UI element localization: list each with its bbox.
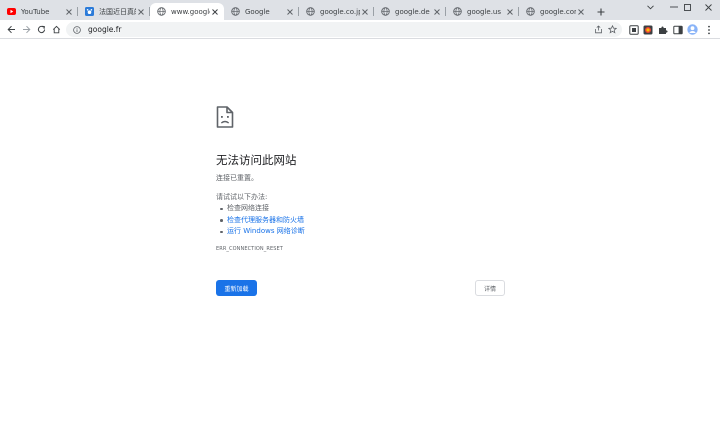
tab-title: www.google.fr: [171, 7, 210, 16]
globe-icon: [231, 7, 240, 16]
plus-icon: [597, 8, 605, 16]
extension-button[interactable]: [627, 23, 640, 36]
tab-title: google.co.jp: [320, 7, 360, 16]
tab-title: google.us: [467, 7, 502, 16]
tab-google-co-jp[interactable]: google.co.jp: [299, 3, 374, 20]
chevron-down-icon: [646, 4, 654, 9]
arrow-right-icon: [23, 25, 31, 34]
baidu-icon: [85, 7, 94, 16]
tab-google-de[interactable]: google.de: [374, 3, 446, 20]
forward-button[interactable]: [19, 22, 34, 37]
site-info-icon[interactable]: [72, 25, 82, 35]
tab-google-com[interactable]: google.com: [519, 3, 590, 20]
globe-icon: [453, 7, 462, 16]
close-window-button[interactable]: [696, 0, 720, 14]
url-text[interactable]: google.fr: [88, 25, 122, 34]
side-panel-icon: [672, 25, 683, 34]
extensions-button[interactable]: [656, 23, 669, 36]
share-button[interactable]: [593, 24, 604, 35]
colorful-extension-icon: [643, 25, 652, 34]
tab-title: google.de: [395, 7, 430, 16]
share-icon: [595, 25, 602, 34]
browser-toolbar: google.fr: [0, 20, 720, 39]
run-diagnostics-link[interactable]: 运行 Windows 网络诊断: [227, 227, 305, 235]
home-icon: [52, 25, 61, 34]
error-page: 无法访问此网站 连接已重置。 请试试以下办法: 检查网络连接 检查代理服务器和防…: [0, 40, 720, 430]
close-tab-icon[interactable]: [285, 7, 295, 17]
close-tab-icon[interactable]: [576, 7, 586, 17]
suggestion-check-proxy: 检查代理服务器和防火墙: [220, 215, 305, 227]
window-chevron-button[interactable]: [638, 0, 662, 14]
sad-document-icon: [216, 106, 234, 128]
error-subtitle: 连接已重置。: [216, 174, 258, 182]
menu-button[interactable]: [702, 23, 715, 36]
new-tab-button[interactable]: [594, 5, 608, 19]
close-tab-icon[interactable]: [64, 7, 74, 17]
bookmark-star-button[interactable]: [607, 24, 618, 35]
home-button[interactable]: [49, 22, 64, 37]
kebab-menu-icon: [707, 25, 710, 34]
close-tab-icon[interactable]: [505, 7, 515, 17]
close-tab-icon[interactable]: [360, 7, 370, 17]
suggestion-run-diagnostics: 运行 Windows 网络诊断: [220, 226, 305, 238]
tab-title: 法国近日真的要…: [99, 7, 136, 16]
tab-title: YouTube: [21, 7, 50, 16]
address-bar[interactable]: google.fr: [66, 22, 622, 37]
error-title: 无法访问此网站: [216, 153, 297, 167]
reload-page-button[interactable]: 重新加载: [216, 280, 257, 296]
youtube-icon: [7, 7, 16, 16]
tab-baidu[interactable]: 法国近日真的要…: [78, 3, 150, 20]
tab-google[interactable]: Google: [224, 3, 299, 20]
tab-strip: YouTube 法国近日真的要… www.google.fr Google: [0, 0, 720, 20]
tab-youtube[interactable]: YouTube: [0, 3, 78, 20]
globe-icon: [526, 7, 535, 16]
extension-button[interactable]: [641, 23, 654, 36]
globe-icon: [306, 7, 315, 16]
side-panel-button[interactable]: [671, 23, 684, 36]
globe-icon: [157, 7, 166, 16]
avatar-icon: [687, 24, 698, 35]
reload-button[interactable]: [34, 22, 49, 37]
star-icon: [608, 25, 617, 34]
tab-title: Google: [245, 7, 270, 16]
close-tab-icon[interactable]: [432, 7, 442, 17]
tab-google-us[interactable]: google.us: [446, 3, 519, 20]
error-code: ERR_CONNECTION_RESET: [216, 246, 283, 252]
back-button[interactable]: [4, 22, 19, 37]
puzzle-icon: [658, 25, 668, 34]
tab-title: google.com: [540, 7, 576, 16]
details-button[interactable]: 详情: [475, 280, 505, 296]
tab-google-fr[interactable]: www.google.fr: [150, 3, 224, 20]
check-proxy-link[interactable]: 检查代理服务器和防火墙: [227, 216, 304, 224]
maximize-icon: [683, 3, 691, 11]
close-icon: [704, 3, 712, 11]
suggestions-list: 检查网络连接 检查代理服务器和防火墙 运行 Windows 网络诊断: [220, 203, 305, 238]
suggestion-check-network: 检查网络连接: [220, 203, 305, 215]
suggestions-heading: 请试试以下办法:: [216, 193, 268, 201]
arrow-left-icon: [7, 25, 15, 34]
close-tab-icon[interactable]: [210, 7, 220, 17]
globe-icon: [381, 7, 390, 16]
reload-icon: [37, 25, 46, 34]
profile-avatar[interactable]: [686, 23, 699, 36]
close-tab-icon[interactable]: [136, 7, 146, 17]
extension-box-icon: [628, 24, 639, 35]
